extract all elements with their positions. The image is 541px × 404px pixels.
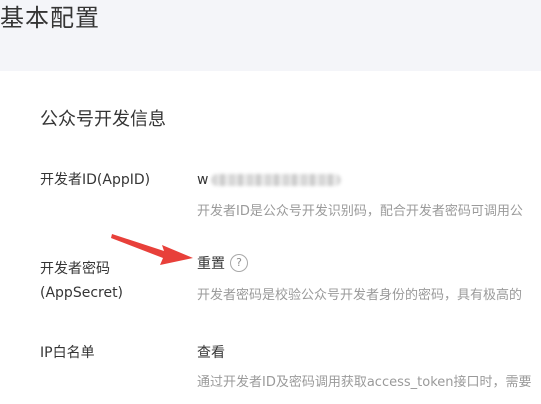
reset-secret-button[interactable]: 重置 — [197, 253, 225, 275]
page-title: 基本配置 — [0, 4, 100, 32]
appsecret-label: 开发者密码(AppSecret) — [40, 257, 160, 305]
ip-whitelist-description: 通过开发者ID及密码调用获取access_token接口时，需要 — [197, 375, 532, 390]
appid-value: w — [197, 169, 342, 191]
appsecret-description: 开发者密码是校验公众号开发者身份的密码，具有极高的 — [197, 288, 523, 303]
appid-description: 开发者ID是公众号开发识别码，配合开发者密码可调用公 — [197, 204, 523, 219]
appid-label: 开发者ID(AppID) — [40, 172, 151, 188]
appid-visible-prefix: w — [197, 172, 209, 188]
developer-info-card: 公众号开发信息 开发者ID(AppID) w 开发者ID是公众号开发识别码，配合… — [0, 71, 541, 404]
ip-whitelist-label: IP白名单 — [40, 345, 95, 361]
appsecret-label-text: 开发者密码(AppSecret) — [40, 261, 124, 301]
section-title: 公众号开发信息 — [40, 109, 166, 130]
view-ip-whitelist-button[interactable]: 查看 — [197, 342, 225, 364]
help-icon[interactable]: ? — [230, 254, 248, 272]
appid-blurred-value — [211, 174, 342, 186]
